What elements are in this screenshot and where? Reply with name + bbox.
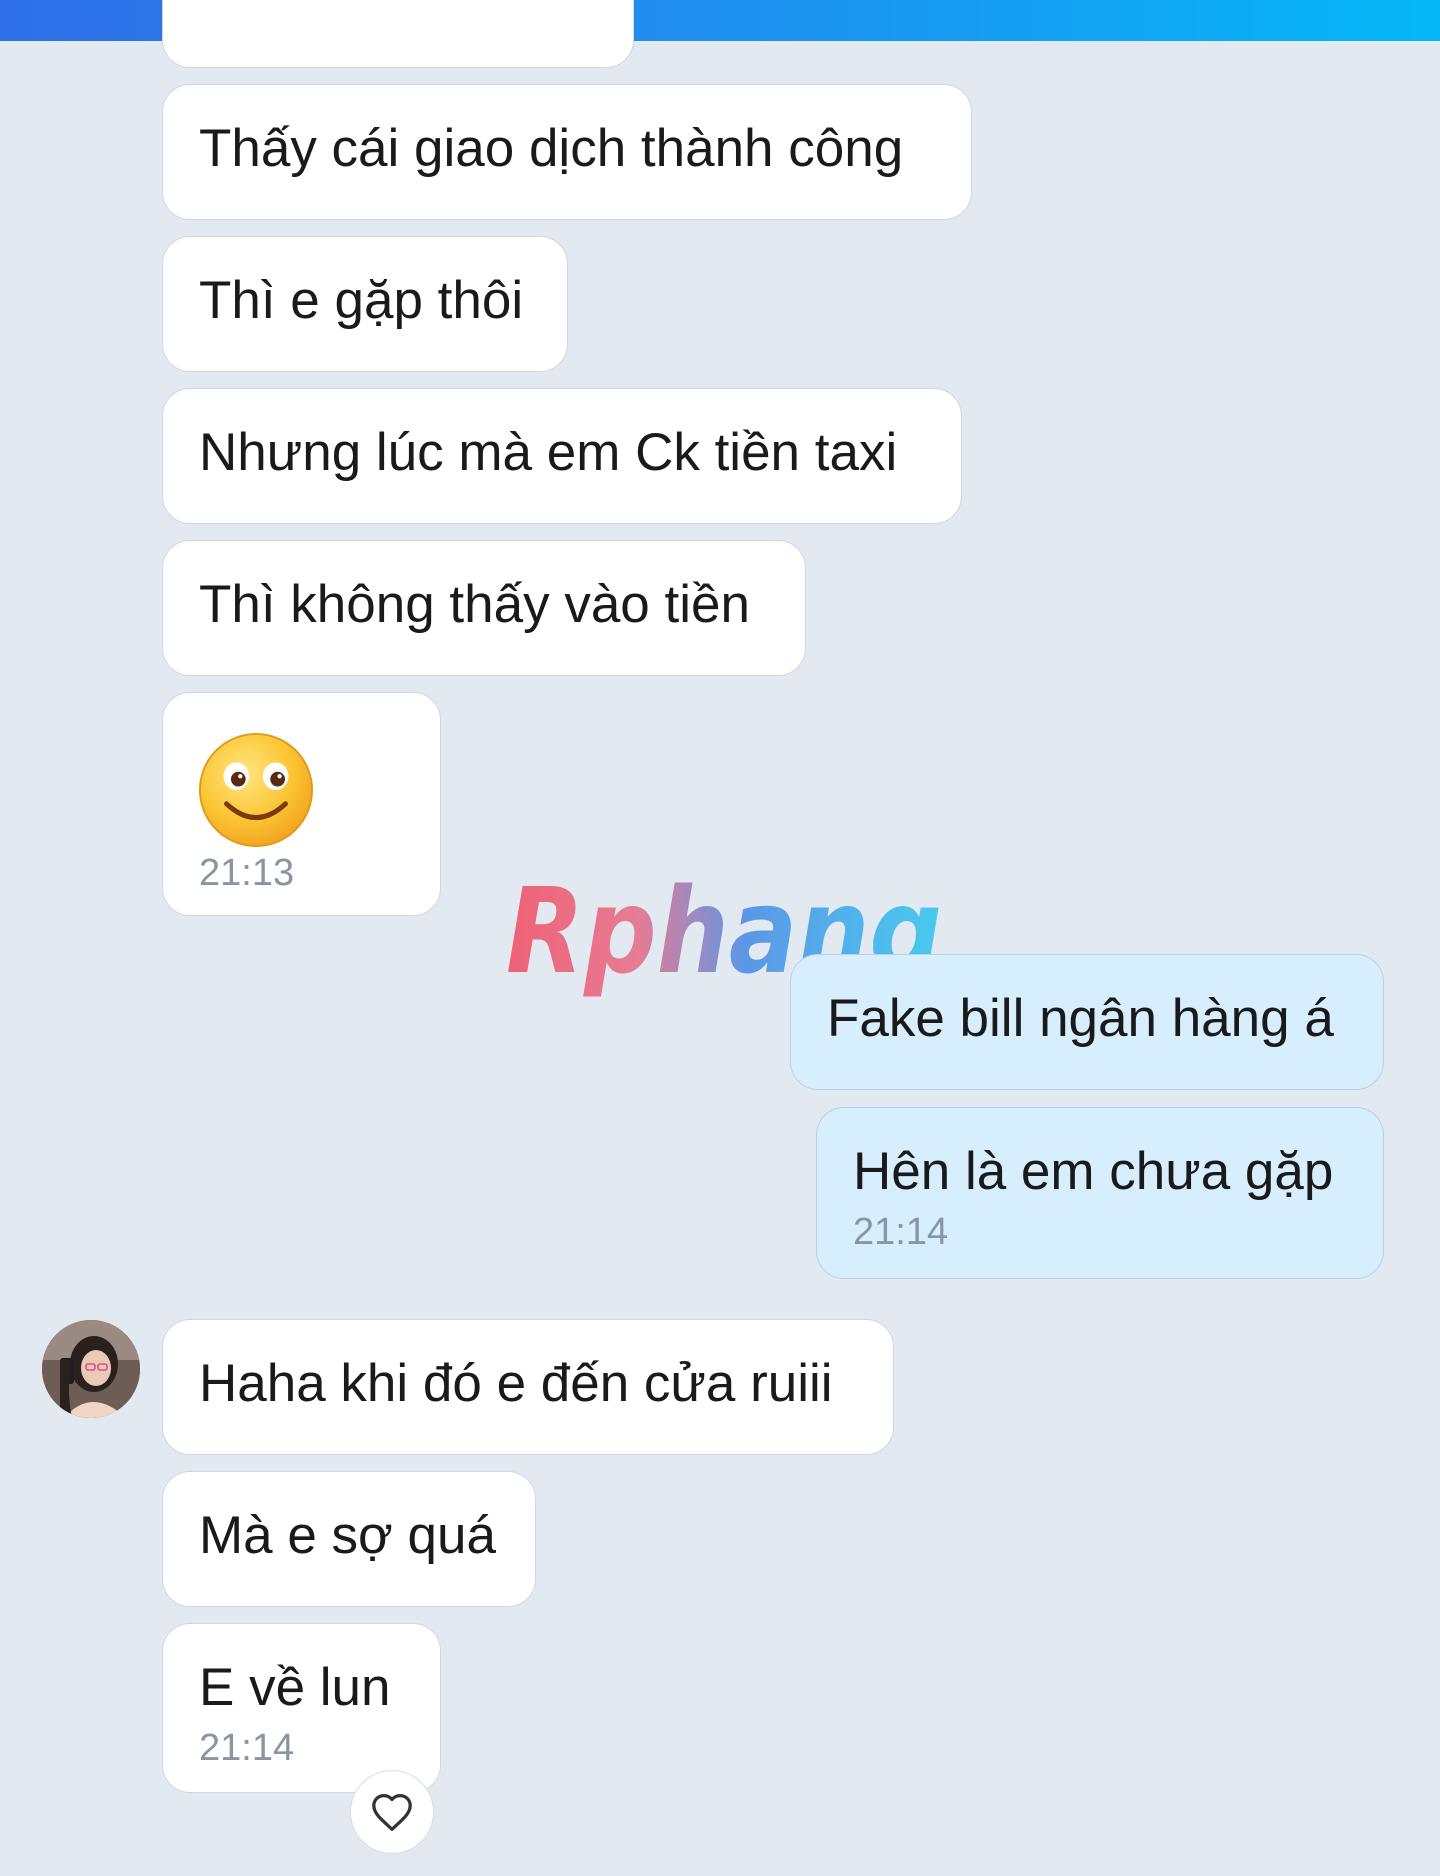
message-timestamp: 21:14 bbox=[199, 1727, 295, 1769]
smiling-face-emoji-icon bbox=[198, 732, 314, 848]
message-text: Thấy cái giao dịch thành công bbox=[199, 119, 904, 178]
message-bubble[interactable]: Thì không thấy vào tiền bbox=[162, 540, 806, 676]
message-text: Mà e sợ quá bbox=[199, 1506, 496, 1565]
message-text: Thì không thấy vào tiền bbox=[199, 575, 750, 634]
contact-avatar[interactable] bbox=[42, 1320, 140, 1418]
outgoing-message-bubble[interactable]: Hên là em chưa gặp 21:14 bbox=[816, 1107, 1384, 1279]
message-text: E về lun bbox=[199, 1658, 391, 1717]
message-text: Nhưng lúc mà em Ck tiền taxi bbox=[199, 423, 898, 482]
message-bubble[interactable]: Haha khi đó e đến cửa ruiii bbox=[162, 1319, 894, 1455]
message-bubble[interactable]: E về lun 21:14 bbox=[162, 1623, 441, 1793]
message-text: Hên là em chưa gặp bbox=[853, 1142, 1334, 1201]
react-heart-button[interactable] bbox=[350, 1770, 434, 1854]
message-bubble[interactable]: Mà e sợ quá bbox=[162, 1471, 536, 1607]
message-text: Haha khi đó e đến cửa ruiii bbox=[199, 1354, 833, 1413]
message-timestamp: 21:13 bbox=[199, 852, 295, 894]
message-bubble[interactable]: Nhưng lúc mà em Ck tiền taxi bbox=[162, 388, 962, 524]
outgoing-message-bubble[interactable]: Fake bill ngân hàng á bbox=[790, 954, 1384, 1090]
message-bubble[interactable]: Thấy cái giao dịch thành công bbox=[162, 84, 972, 220]
message-bubble[interactable]: Thì e gặp thôi bbox=[162, 236, 568, 372]
heart-outline-icon bbox=[372, 1794, 412, 1831]
avatar-image bbox=[42, 1320, 140, 1418]
message-timestamp: 21:14 bbox=[853, 1211, 949, 1253]
emoji-message-bubble[interactable]: 21:13 bbox=[162, 692, 441, 916]
message-text: Thì e gặp thôi bbox=[199, 271, 524, 330]
message-text: Fake bill ngân hàng á bbox=[827, 989, 1334, 1048]
message-bubble-clipped bbox=[162, 0, 634, 68]
